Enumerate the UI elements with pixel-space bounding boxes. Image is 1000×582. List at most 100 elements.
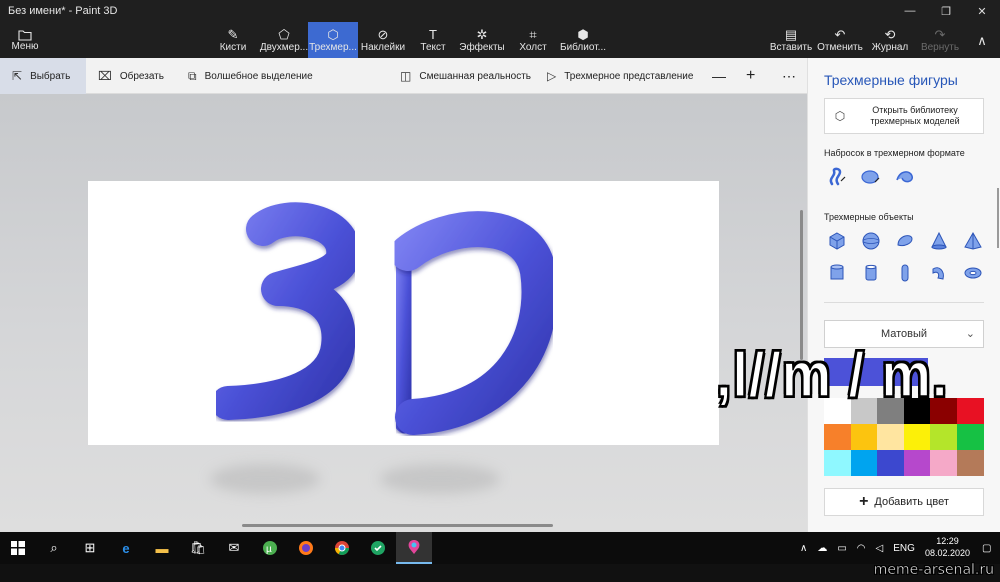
undo-button[interactable]: ↶ Отменить [817,22,863,58]
tab-brushes[interactable]: ✎ Кисти [218,22,248,58]
store-app[interactable]: 🛍 [180,532,216,564]
firefox-app[interactable] [288,532,324,564]
edge-app[interactable]: e [108,532,144,564]
add-color-button[interactable]: + Добавить цвет [824,488,984,516]
open-library-label: Открыть библиотеку трехмерных моделей [870,105,960,126]
battery-icon[interactable]: ▭ [837,543,846,554]
paint-3d-app[interactable] [396,532,432,564]
color-swatch[interactable] [824,424,851,450]
color-swatch[interactable] [850,424,878,450]
color-swatch[interactable] [956,424,984,450]
select-tool[interactable]: ⇱ Выбрать [0,58,86,94]
donut-icon[interactable] [962,262,984,284]
crop-label: Обрезать [119,70,164,82]
panel-scrollbar[interactable] [997,188,999,248]
sharp-edge-doodle-icon[interactable] [826,166,848,188]
minimize-button[interactable]: — [892,0,928,22]
color-swatch[interactable] [824,450,851,476]
color-swatch[interactable] [903,424,931,450]
paste-button[interactable]: ▤ Вставить [769,22,813,58]
start-button[interactable] [0,532,36,564]
tab-label: Холст [519,42,547,53]
chrome-app[interactable] [324,532,360,564]
search-icon: ⌕ [50,540,58,555]
color-swatch[interactable] [956,398,984,424]
close-button[interactable]: ✕ [964,0,1000,22]
history-icon: ⟲ [884,27,896,42]
object-shadow [380,464,500,494]
watermark: meme-arsenal.ru [873,562,995,579]
color-swatch[interactable] [930,450,957,476]
utorrent-icon: µ [263,541,277,555]
notifications-button[interactable]: ▢ [982,532,991,564]
color-swatch[interactable] [850,450,878,476]
firefox-icon [299,541,313,555]
more-options-button[interactable]: ⋯ [782,58,796,94]
sphere-icon[interactable] [860,230,882,252]
tab-library[interactable]: ⬢ Библиот... [560,22,606,58]
app-green[interactable] [360,532,396,564]
3d-view-button[interactable]: ▷ Трехмерное представление [547,58,693,94]
pyramid-icon[interactable] [962,230,984,252]
file-explorer-app[interactable]: ▬ [144,532,180,564]
menu-button[interactable]: Меню [4,22,46,58]
soft-edge-doodle-icon[interactable] [860,166,882,188]
cloud-icon[interactable]: ☁ [817,543,827,554]
material-value: Матовый [880,328,928,340]
zoom-out-button[interactable]: — [712,58,726,94]
tab-3d-shapes[interactable]: ⬡ Трехмер... [308,22,358,58]
task-view-button[interactable]: ⊞ [72,532,108,564]
curved-tube-icon[interactable] [928,262,950,284]
plus-icon: + [859,493,869,510]
history-button[interactable]: ⟲ Журнал [872,22,909,58]
cylinder-icon[interactable] [826,262,848,284]
tab-label: Трехмер... [309,42,357,53]
title-bar: Без имени* - Paint 3D [0,0,1000,22]
mixed-reality-button[interactable]: ◫ Смешанная реальность [400,58,531,94]
language-indicator[interactable]: ENG [893,543,915,554]
search-button[interactable]: ⌕ [36,532,72,564]
tab-label: Двухмер... [259,42,309,53]
color-swatch[interactable] [930,424,957,450]
zoom-in-button[interactable]: + [746,58,755,94]
maximize-button[interactable]: ❐ [928,0,964,22]
color-swatch[interactable] [956,450,984,476]
wifi-icon[interactable]: ◠ [857,543,866,554]
mail-app[interactable]: ✉ [216,532,252,564]
volume-icon[interactable]: ◁ [876,543,884,554]
3d-doodle-art[interactable]: 3D [88,181,719,445]
vertical-scrollbar[interactable] [800,210,803,360]
redo-icon: ↷ [934,27,946,42]
tab-effects[interactable]: ✲ Эффекты [459,22,504,58]
3d-view-label: Трехмерное представление [564,70,694,82]
cone-icon[interactable] [928,230,950,252]
open-library-button[interactable]: ⬡ Открыть библиотеку трехмерных моделей [824,98,984,134]
tab-2d-shapes[interactable]: ⬠ Двухмер... [260,22,308,58]
tab-stickers[interactable]: ⊘ Наклейки [360,22,406,58]
tube-icon[interactable] [860,262,882,284]
magic-select-tool[interactable]: ⧉ Волшебное выделение [188,58,313,94]
color-swatch[interactable] [877,450,904,476]
drawing-canvas[interactable]: 3D [88,181,719,445]
library-cube-icon: ⬡ [834,109,846,123]
tab-canvas[interactable]: ⌗ Холст [518,22,548,58]
3d-view-icon: ▷ [547,69,557,83]
crop-tool[interactable]: ⌧ Обрезать [98,58,164,94]
capsule-icon[interactable] [894,262,916,284]
utorrent-app[interactable]: µ [252,532,288,564]
color-swatch[interactable] [903,450,931,476]
redo-button[interactable]: ↷ Вернуть [920,22,960,58]
action-label: Вставить [769,42,813,53]
collapse-ribbon-button[interactable]: ∧ [970,22,994,58]
sketch-section-label: Набросок в трехмерном формате [824,148,965,158]
horizontal-scrollbar[interactable] [242,524,553,527]
color-swatch[interactable] [877,424,904,450]
tab-text[interactable]: T Текст [418,22,448,58]
chevron-up-icon[interactable]: ∧ [800,543,807,554]
hemisphere-icon[interactable] [894,230,916,252]
tube-doodle-icon[interactable] [894,166,916,188]
2d-shapes-icon: ⬠ [278,27,290,42]
clock[interactable]: 12:29 08.02.2020 [925,535,970,559]
cube-icon[interactable] [826,230,848,252]
notification-icon: ▢ [982,542,992,554]
